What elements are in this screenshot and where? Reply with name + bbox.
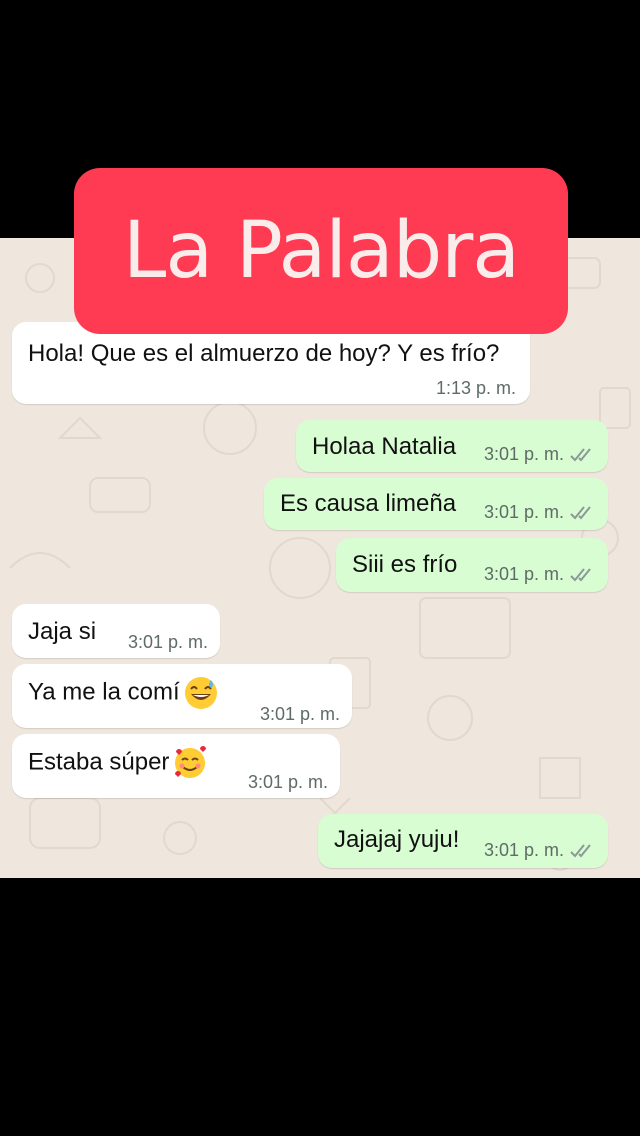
message-time: 3:01 p. m. <box>483 502 564 522</box>
message-time: 3:01 p. m. <box>483 444 564 464</box>
smiling-face-with-hearts-emoji <box>175 746 207 778</box>
double-check-icon <box>570 505 591 519</box>
message-text: Estaba súper <box>28 746 207 780</box>
message-time: 3:01 p. m. <box>483 840 564 860</box>
message-meta: 3:01 p. m. <box>484 564 596 585</box>
video-frame: La Palabra Hola! Que es el almuerzo de h… <box>0 0 640 1136</box>
message-bubble-incoming[interactable]: Estaba súper 3:01 p. m. <box>12 734 340 798</box>
message-text: Jajajaj yuju! <box>334 826 460 853</box>
message-time: 3:01 p. m. <box>247 772 328 792</box>
message-text: Holaa Natalia <box>312 433 457 460</box>
message-time: 3:01 p. m. <box>127 632 208 652</box>
message-text: Ya me la comí <box>28 676 218 710</box>
title-text: La Palabra <box>122 206 520 296</box>
message-meta: 3:01 p. m. <box>484 444 596 465</box>
message-bubble-outgoing[interactable]: Jajajaj yuju! 3:01 p. m. <box>318 814 608 868</box>
message-bubble-outgoing[interactable]: Holaa Natalia 3:01 p. m. <box>296 420 608 472</box>
message-text: Siii es frío <box>352 551 458 578</box>
title-banner: La Palabra <box>74 168 568 334</box>
message-bubble-incoming[interactable]: Jaja si 3:01 p. m. <box>12 604 220 658</box>
message-time: 3:01 p. m. <box>483 564 564 584</box>
message-bubble-incoming[interactable]: Hola! Que es el almuerzo de hoy? Y es fr… <box>12 322 530 404</box>
message-bubble-incoming[interactable]: Ya me la comí 3:01 p. m. <box>12 664 352 728</box>
message-meta: 3:01 p. m. <box>484 840 596 861</box>
grinning-sweat-emoji <box>184 677 217 709</box>
double-check-icon <box>570 447 591 461</box>
double-check-icon <box>570 843 591 857</box>
message-time: 1:13 p. m. <box>435 378 516 398</box>
message-text: Jaja si <box>28 618 97 645</box>
double-check-icon <box>570 567 591 581</box>
message-text: Hola! Que es el almuerzo de hoy? Y es fr… <box>28 340 500 367</box>
message-meta: 3:01 p. m. <box>484 502 596 523</box>
message-time: 3:01 p. m. <box>259 704 340 724</box>
message-text: Es causa limeña <box>280 490 457 517</box>
message-bubble-outgoing[interactable]: Es causa limeña 3:01 p. m. <box>264 478 608 530</box>
message-bubble-outgoing[interactable]: Siii es frío 3:01 p. m. <box>336 538 608 592</box>
